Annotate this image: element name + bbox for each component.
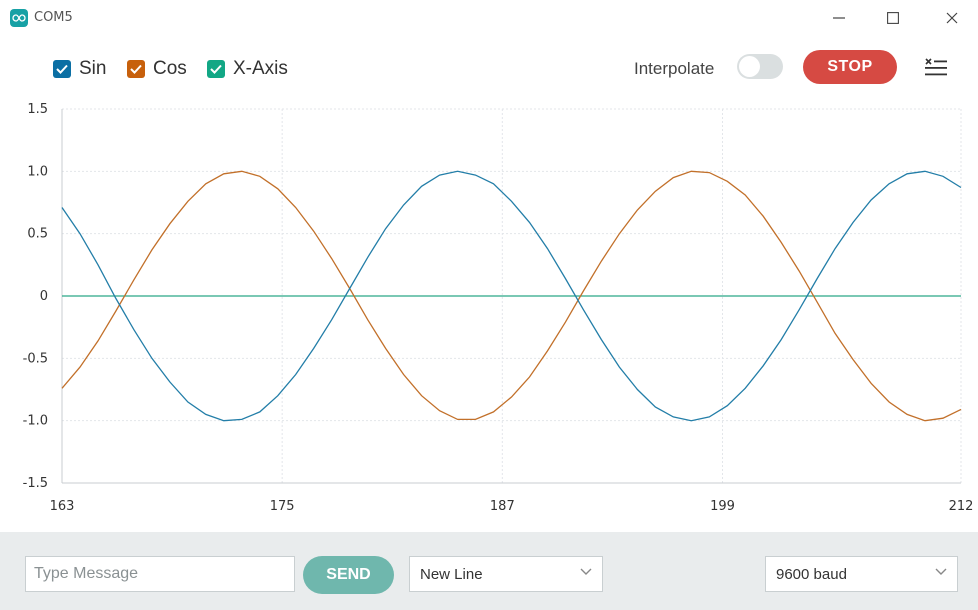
legend-label-cos: Cos: [153, 58, 187, 79]
y-tick-label: -1.0: [23, 414, 48, 429]
title-bar: COM5: [0, 0, 978, 36]
plotter-toolbar: Sin Cos X-Axis Interpolate STOP: [0, 36, 978, 100]
x-axis-checkbox[interactable]: [207, 60, 225, 78]
y-tick-label: -0.5: [23, 351, 48, 366]
interpolate-label: Interpolate: [634, 59, 715, 78]
x-tick-label: 175: [270, 499, 295, 514]
sin-checkbox[interactable]: [53, 60, 71, 78]
legend-item-cos[interactable]: Cos: [127, 58, 187, 80]
arduino-app-icon: [10, 9, 28, 27]
message-bar: SEND New Line 9600 baud: [0, 532, 978, 610]
window-title: COM5: [34, 10, 73, 25]
line-ending-value: New Line: [420, 565, 483, 583]
x-tick-label: 212: [949, 499, 974, 514]
clear-list-icon[interactable]: [922, 56, 952, 80]
legend-label-x-axis: X-Axis: [233, 58, 288, 79]
maximize-icon[interactable]: [881, 6, 905, 30]
minimize-icon[interactable]: [827, 6, 851, 30]
line-ending-select[interactable]: New Line: [409, 556, 603, 592]
y-tick-label: -1.5: [23, 476, 48, 491]
line-chart: 1.5 1.0 0.5 0 -0.5 -1.0 -1.5163 175 187 199 212: [23, 102, 974, 514]
x-tick-label: 163: [50, 499, 75, 514]
message-input[interactable]: [25, 556, 295, 592]
chevron-down-icon: [935, 568, 947, 575]
y-tick-label: 0: [40, 289, 48, 304]
close-icon[interactable]: [940, 6, 964, 30]
chevron-down-icon: [580, 568, 592, 575]
stop-button[interactable]: STOP: [803, 50, 897, 84]
baud-rate-value: 9600 baud: [776, 565, 847, 583]
interpolate-toggle[interactable]: [737, 54, 783, 79]
baud-rate-select[interactable]: 9600 baud: [765, 556, 958, 592]
legend-item-x-axis[interactable]: X-Axis: [207, 58, 288, 80]
send-button[interactable]: SEND: [303, 556, 394, 594]
legend-item-sin[interactable]: Sin: [53, 58, 106, 80]
x-tick-label: 187: [490, 499, 515, 514]
y-tick-label: 1.0: [27, 164, 48, 179]
plot-area: 1.5 1.0 0.5 0 -0.5 -1.0 -1.5 163 175 187 199 212: [0, 100, 978, 530]
y-tick-label: 0.5: [27, 227, 48, 242]
legend-label-sin: Sin: [79, 58, 107, 79]
cos-checkbox[interactable]: [127, 60, 145, 78]
toggle-knob: [739, 56, 760, 77]
y-tick-label: 1.5: [27, 102, 48, 117]
x-tick-label: 199: [710, 499, 735, 514]
